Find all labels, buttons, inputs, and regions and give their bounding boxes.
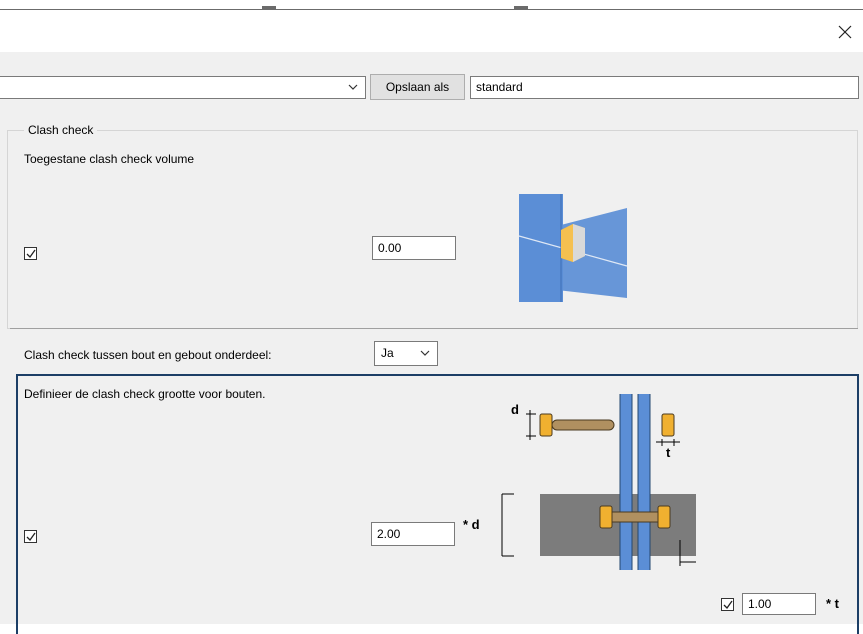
clash-volume-illustration bbox=[518, 194, 628, 302]
title-bar bbox=[0, 0, 863, 52]
title-bar-mark bbox=[514, 6, 528, 9]
bolt-size-description: Definieer de clash check grootte voor bo… bbox=[24, 387, 266, 401]
title-bar-mark bbox=[262, 6, 276, 9]
diameter-factor-checkbox[interactable] bbox=[24, 530, 37, 543]
title-bar-edge bbox=[0, 9, 863, 10]
close-button[interactable] bbox=[831, 18, 859, 46]
bolt-clash-label: Clash check tussen bout en gebout onderd… bbox=[24, 348, 272, 362]
dimension-t-label: t bbox=[666, 445, 671, 460]
diameter-factor-input[interactable]: 2.00 bbox=[371, 522, 455, 546]
allowed-volume-input[interactable]: 0.00 bbox=[372, 236, 456, 260]
clash-check-group-title: Clash check bbox=[24, 122, 98, 138]
checkmark-icon bbox=[723, 600, 733, 610]
chevron-down-icon bbox=[420, 350, 430, 356]
save-name-input[interactable]: standard bbox=[470, 76, 859, 99]
bolt-clearance-illustration bbox=[501, 394, 696, 570]
checkmark-icon bbox=[26, 532, 36, 542]
chevron-down-icon bbox=[348, 84, 358, 90]
allowed-volume-checkbox[interactable] bbox=[24, 247, 37, 260]
bolt-clash-selected: Ja bbox=[381, 346, 394, 360]
diameter-factor-unit: * d bbox=[463, 517, 480, 532]
thickness-factor-unit: * t bbox=[826, 596, 839, 611]
section-separator bbox=[10, 328, 858, 329]
bolt-size-section bbox=[16, 374, 859, 634]
thickness-factor-input[interactable]: 1.00 bbox=[742, 593, 816, 615]
close-icon bbox=[838, 25, 852, 39]
dimension-d-label: d bbox=[511, 402, 519, 417]
checkmark-icon bbox=[26, 249, 36, 259]
bolt-clash-dropdown[interactable]: Ja bbox=[374, 341, 438, 366]
save-as-button[interactable]: Opslaan als bbox=[370, 74, 465, 100]
preset-combobox[interactable] bbox=[0, 76, 366, 99]
dialog-panel: Opslaan als standard Clash check Toegest… bbox=[0, 52, 863, 634]
thickness-factor-checkbox[interactable] bbox=[721, 598, 734, 611]
allowed-volume-label: Toegestane clash check volume bbox=[24, 152, 195, 166]
